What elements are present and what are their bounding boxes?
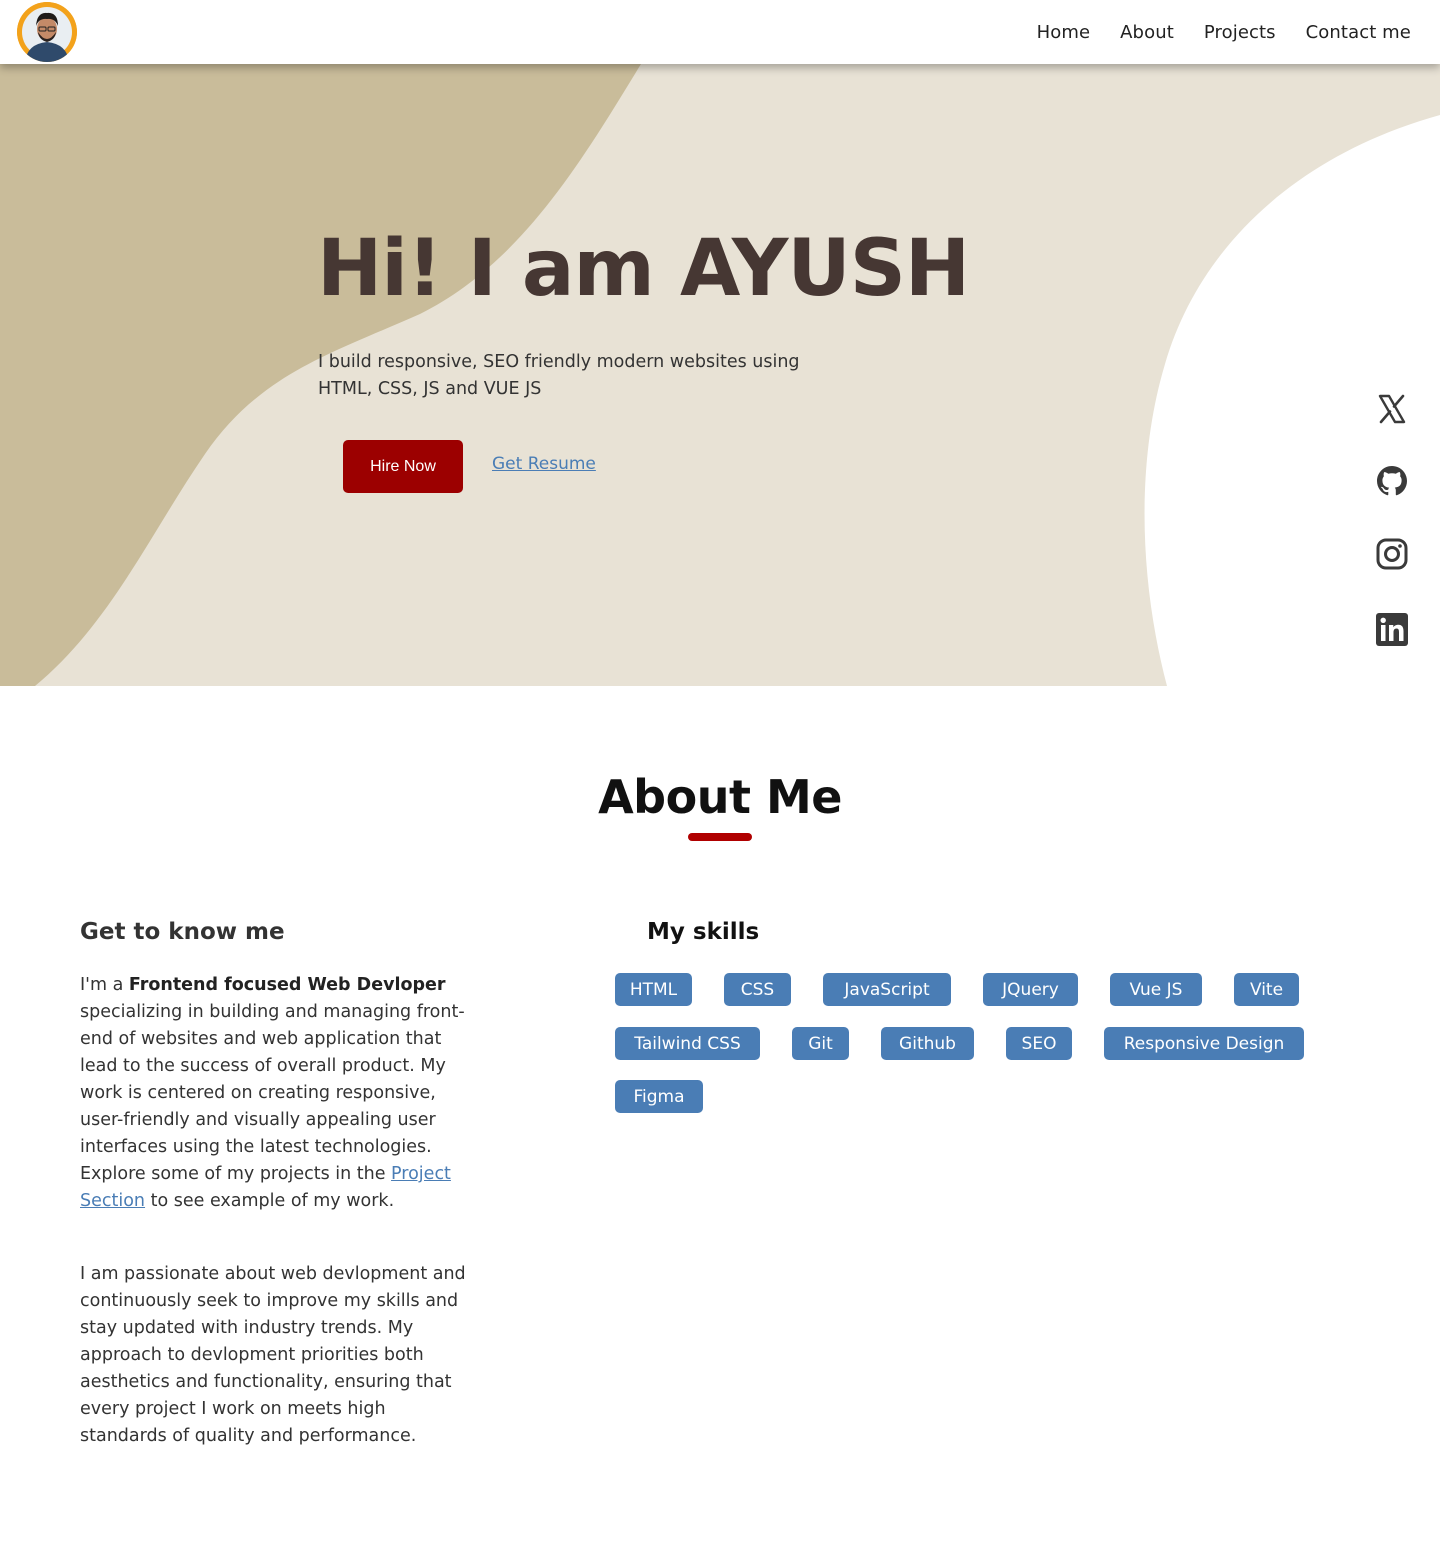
instagram-icon[interactable] bbox=[1375, 537, 1409, 571]
skill-badge: Vite bbox=[1234, 973, 1299, 1006]
about-title-underline bbox=[688, 833, 752, 841]
about-paragraph-2: I am passionate about web devlopment and… bbox=[80, 1264, 466, 1446]
skill-badge: Figma bbox=[615, 1080, 703, 1113]
about-p1-suffix: to see example of my work. bbox=[145, 1191, 395, 1211]
skill-badge: CSS bbox=[724, 973, 791, 1006]
skill-badge: SEO bbox=[1006, 1027, 1072, 1060]
nav-about-link[interactable]: About bbox=[1120, 22, 1174, 43]
skill-badge: Responsive Design bbox=[1104, 1027, 1304, 1060]
hire-now-button[interactable]: Hire Now bbox=[343, 440, 463, 493]
about-p1-bold: Frontend focused Web Devloper bbox=[128, 975, 446, 995]
avatar-image bbox=[17, 2, 77, 62]
avatar[interactable] bbox=[17, 2, 77, 62]
skill-badge: Github bbox=[881, 1027, 974, 1060]
nav-links: Home About Projects Contact me bbox=[1007, 0, 1411, 64]
hero-subtitle: I build responsive, SEO friendly modern … bbox=[318, 352, 800, 399]
nav-contact-link[interactable]: Contact me bbox=[1306, 22, 1411, 43]
about-paragraph-1: I'm a Frontend focused Web Devloper spec… bbox=[80, 972, 470, 1215]
get-to-know-title: Get to know me bbox=[80, 919, 285, 945]
linkedin-icon[interactable] bbox=[1375, 613, 1409, 647]
x-icon[interactable] bbox=[1375, 392, 1409, 426]
about-title: About Me bbox=[598, 770, 842, 824]
skill-badge: Vue JS bbox=[1110, 973, 1202, 1006]
skill-badge: Git bbox=[792, 1027, 849, 1060]
skill-badge: JQuery bbox=[983, 973, 1078, 1006]
about-p1-prefix: I'm a bbox=[80, 975, 129, 995]
get-resume-link[interactable]: Get Resume bbox=[492, 454, 596, 474]
nav-home-link[interactable]: Home bbox=[1037, 22, 1091, 43]
hero-title: Hi! I am AYUSH bbox=[317, 224, 970, 314]
navbar: Home About Projects Contact me bbox=[0, 0, 1440, 64]
about-p1-middle: specializing in building and managing fr… bbox=[80, 1002, 465, 1184]
skill-badge: HTML bbox=[615, 973, 692, 1006]
skill-badge: Tailwind CSS bbox=[615, 1027, 760, 1060]
my-skills-title: My skills bbox=[647, 919, 760, 945]
skill-badge: JavaScript bbox=[823, 973, 951, 1006]
github-icon[interactable] bbox=[1375, 464, 1409, 498]
nav-projects-link[interactable]: Projects bbox=[1204, 22, 1276, 43]
hero-section: Hi! I am AYUSH I build responsive, SEO f… bbox=[0, 64, 1440, 686]
